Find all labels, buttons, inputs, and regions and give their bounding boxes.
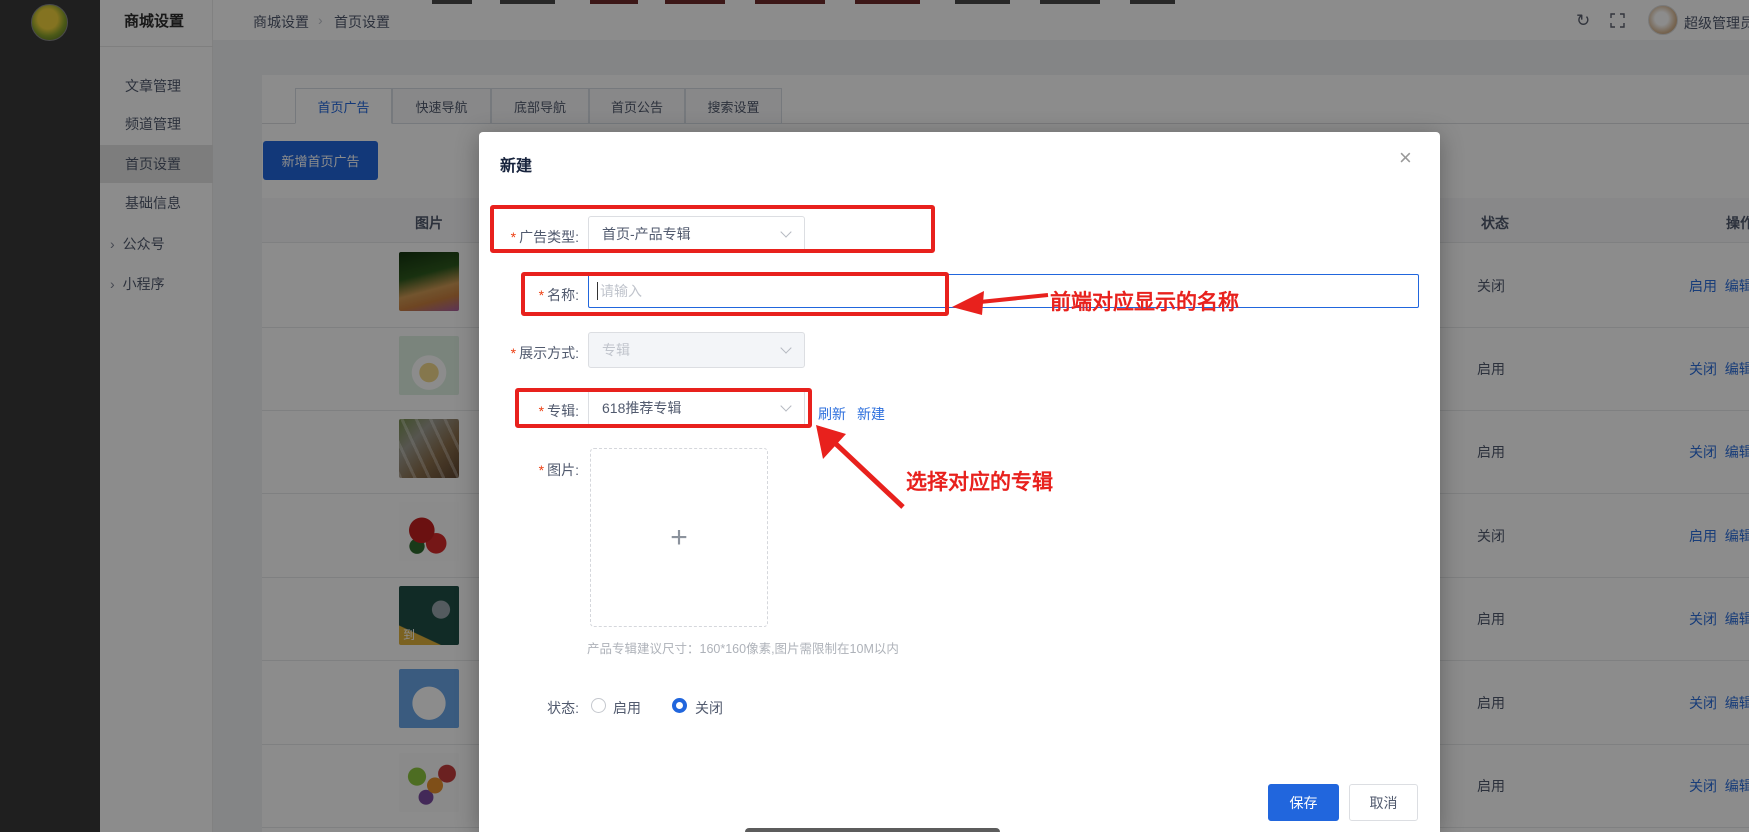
annotation-box-album: [515, 388, 812, 428]
refresh-album-link[interactable]: 刷新: [818, 404, 846, 424]
display-mode-select: 专辑: [588, 332, 805, 368]
modal-status-label: 状态:: [547, 700, 579, 716]
image-upload-box[interactable]: +: [590, 448, 768, 627]
annotation-arrow-name: [952, 291, 1049, 315]
save-button[interactable]: 保存: [1268, 784, 1339, 821]
display-mode-label: * 展示方式:: [510, 345, 579, 361]
cancel-button[interactable]: 取消: [1349, 784, 1418, 821]
radio-enable-label[interactable]: 启用: [613, 698, 641, 718]
radio-enable[interactable]: [591, 698, 606, 713]
annotation-box-ad-type: [490, 205, 935, 253]
display-mode-value: 专辑: [602, 342, 630, 358]
annotation-text-album: 选择对应的专辑: [906, 471, 1053, 494]
bottom-toast-peek: [745, 828, 1000, 832]
annotation-text-name: 前端对应显示的名称: [1050, 291, 1239, 314]
modal-title: 新建: [500, 158, 533, 175]
image-size-hint: 产品专辑建议尺寸：160*160像素,图片需限制在10M以内: [587, 642, 899, 656]
plus-icon: +: [670, 520, 688, 554]
image-label: * 图片:: [538, 462, 579, 478]
annotation-box-name: [521, 272, 949, 316]
radio-disable[interactable]: [672, 698, 687, 713]
create-album-link[interactable]: 新建: [857, 404, 885, 424]
chevron-down-icon: [780, 342, 792, 354]
radio-disable-label[interactable]: 关闭: [695, 698, 723, 718]
close-icon[interactable]: ×: [1399, 145, 1412, 171]
app-root: ◎仪表 ⬒商品 ▤订单 ⬒应用 ♟会员 ⬒财务 ♟供应商 ⬒供应链 ⚙商城 ♟操…: [0, 0, 1749, 832]
annotation-arrow-album: [816, 425, 905, 509]
